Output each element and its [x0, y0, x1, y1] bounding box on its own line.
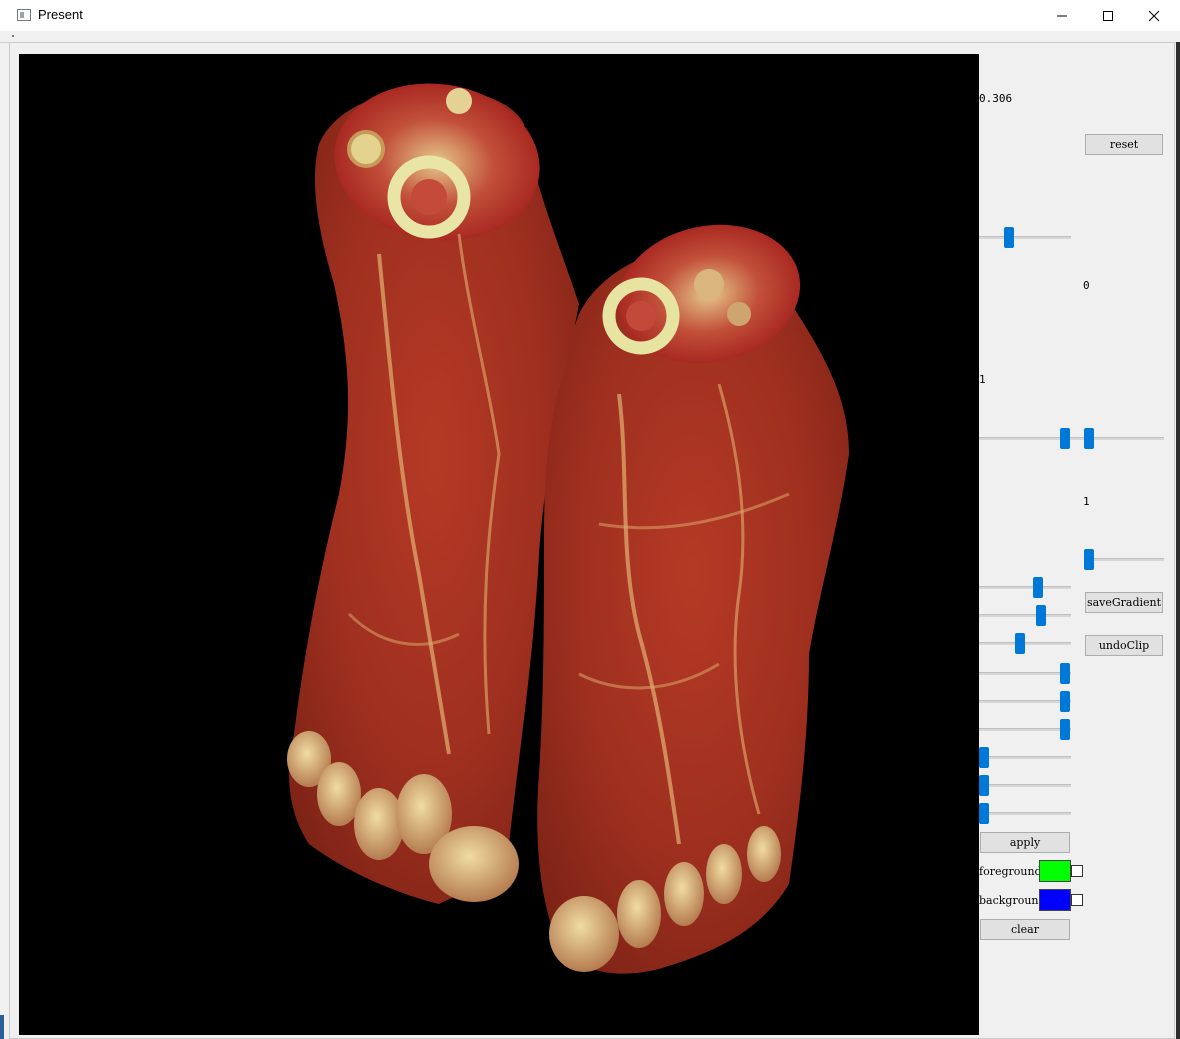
slider-track-9 [979, 756, 1071, 759]
volume-render [287, 83, 849, 974]
slider-handle-1[interactable] [1004, 227, 1014, 248]
background-label: background [979, 894, 1046, 907]
minimize-button[interactable] [1039, 0, 1085, 31]
slider-handle-8[interactable] [1060, 719, 1070, 740]
range-slider-track [979, 437, 1164, 440]
clear-button[interactable]: clear [980, 919, 1070, 940]
minimize-icon [1057, 15, 1067, 17]
value-label-zero: 0 [1083, 279, 1090, 292]
undo-clip-button[interactable]: undoClip [1085, 635, 1163, 656]
slider-track-11 [979, 812, 1071, 815]
close-button[interactable] [1131, 0, 1177, 31]
slider-handle-9[interactable] [979, 747, 989, 768]
slider-track-7 [979, 700, 1071, 703]
slider-handle-3[interactable] [1033, 577, 1043, 598]
slider-handle-10[interactable] [979, 775, 989, 796]
foreground-color-swatch[interactable] [1039, 860, 1071, 882]
apply-button[interactable]: apply [980, 832, 1070, 853]
app-icon [17, 9, 31, 21]
slider-handle-6[interactable] [1060, 663, 1070, 684]
foreground-checkbox[interactable] [1071, 865, 1083, 877]
slider-track-2 [1084, 558, 1164, 561]
slider-handle-11[interactable] [979, 803, 989, 824]
render-viewport[interactable] [19, 54, 979, 1035]
slider-track-1 [979, 236, 1071, 239]
taskbar-edge [0, 1015, 4, 1039]
value-label-one-a: 1 [979, 373, 986, 386]
close-icon [1148, 10, 1160, 22]
background-checkbox[interactable] [1071, 894, 1083, 906]
maximize-button[interactable] [1085, 0, 1131, 31]
value-label-one-b: 1 [1083, 495, 1090, 508]
slider-handle-5[interactable] [1015, 633, 1025, 654]
slider-track-4 [979, 614, 1071, 617]
slider-track-5 [979, 642, 1071, 645]
desktop-edge [1176, 42, 1180, 1039]
right-foot [537, 224, 849, 974]
left-foot [287, 83, 579, 904]
range-slider-handle-low[interactable] [1060, 428, 1070, 449]
value-label-opacity: 0.306 [979, 92, 1013, 105]
background-color-swatch[interactable] [1039, 889, 1071, 911]
slider-track-3 [979, 586, 1071, 589]
slider-track-6 [979, 672, 1071, 675]
range-slider-handle-high[interactable] [1084, 428, 1094, 449]
window-title: Present [38, 7, 83, 22]
slider-handle-2[interactable] [1084, 549, 1094, 570]
reset-button[interactable]: reset [1085, 134, 1163, 155]
save-gradient-button[interactable]: saveGradient [1085, 592, 1163, 613]
slider-handle-7[interactable] [1060, 691, 1070, 712]
slider-track-10 [979, 784, 1071, 787]
title-bar: Present [0, 0, 1180, 31]
maximize-icon [1103, 11, 1113, 21]
foreground-label: foreground [979, 865, 1042, 878]
slider-handle-4[interactable] [1036, 605, 1046, 626]
slider-track-8 [979, 728, 1071, 731]
